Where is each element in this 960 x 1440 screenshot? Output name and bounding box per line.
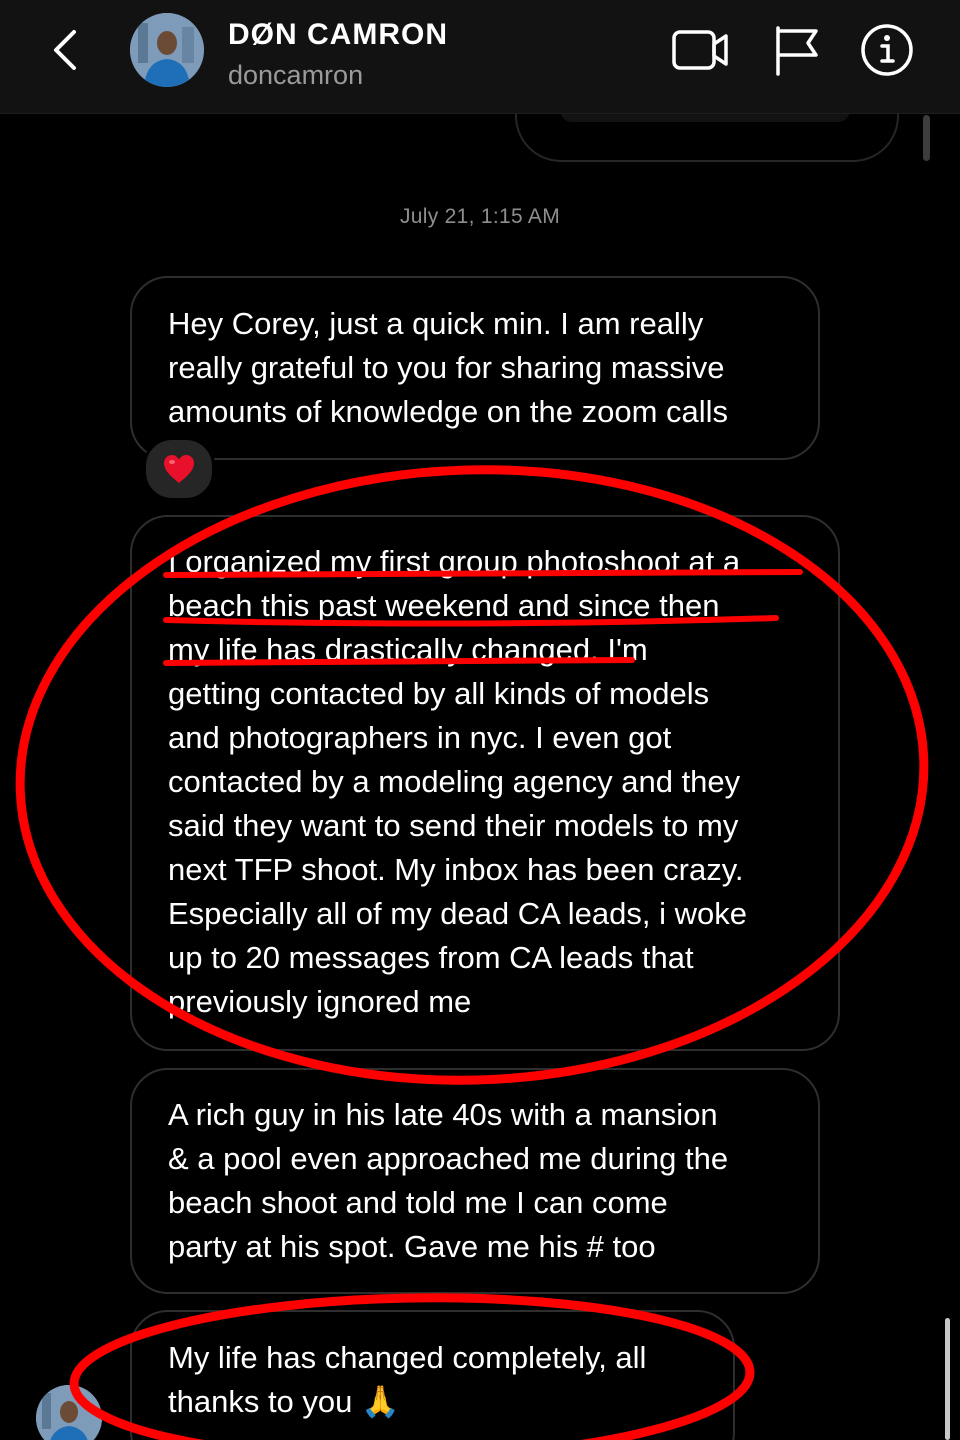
- contact-username[interactable]: doncamron: [228, 60, 363, 91]
- contact-name[interactable]: DØN CAMRON: [228, 18, 448, 52]
- message-bubble[interactable]: I organized my first group photoshoot at…: [130, 515, 840, 1051]
- flag-icon: [776, 26, 818, 76]
- chat-header: DØN CAMRON doncamron: [0, 0, 960, 114]
- video-call-icon: [672, 30, 728, 70]
- message-text: I organized my first group photoshoot at…: [168, 544, 747, 1019]
- contact-avatar[interactable]: [130, 13, 204, 87]
- message-reaction[interactable]: [143, 437, 215, 501]
- message-text: A rich guy in his late 40s with a mansio…: [168, 1097, 729, 1264]
- message-bubble[interactable]: My life has changed completely, all than…: [130, 1310, 735, 1440]
- info-button[interactable]: [857, 22, 917, 78]
- sender-avatar[interactable]: [36, 1385, 102, 1440]
- back-button[interactable]: [40, 22, 96, 78]
- message-timestamp: July 21, 1:15 AM: [399, 205, 561, 228]
- message-bubble[interactable]: Hey Corey, just a quick min. I am really…: [130, 276, 820, 460]
- message-text: My life has changed completely, all than…: [168, 1340, 647, 1419]
- heart-icon: [164, 455, 194, 483]
- info-icon: [861, 24, 913, 76]
- chevron-left-icon: [54, 30, 76, 70]
- scrollbar-thumb[interactable]: [923, 115, 930, 161]
- report-flag-button[interactable]: [768, 22, 828, 78]
- message-text: Hey Corey, just a quick min. I am really…: [168, 306, 729, 429]
- video-call-button[interactable]: [670, 22, 730, 78]
- dm-conversation-screen: DØN CAMRON doncamron July 21, 1:15 AM He…: [0, 0, 960, 1440]
- scrollbar-thumb[interactable]: [945, 1318, 950, 1440]
- message-bubble[interactable]: A rich guy in his late 40s with a mansio…: [130, 1068, 820, 1294]
